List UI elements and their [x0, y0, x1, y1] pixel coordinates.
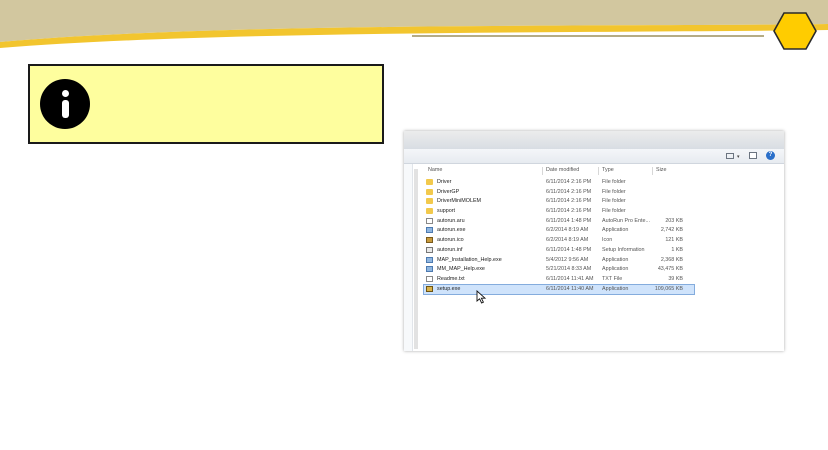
file-date-modified: 6/2/2014 8:19 AM	[546, 227, 589, 234]
column-header-size[interactable]: Size	[656, 167, 667, 173]
column-separator[interactable]	[598, 167, 599, 175]
folder-icon	[426, 179, 433, 185]
file-name: autorun.inf	[437, 246, 463, 253]
file-size: 109,065 KB	[654, 285, 683, 292]
file-date-modified: 6/11/2014 2:16 PM	[546, 188, 592, 195]
file-row[interactable]: support 6/11/2014 2:16 PM File folder	[424, 207, 694, 217]
file-name: Driver	[437, 179, 452, 185]
image-icon	[426, 237, 433, 244]
file-name: autorun.exe	[437, 227, 466, 234]
file-date-modified: 6/11/2014 2:16 PM	[546, 208, 592, 215]
file-row[interactable]: MM_MAP_Help.exe 5/21/2014 8:33 AM Applicat…	[424, 265, 694, 275]
config-icon	[426, 246, 433, 253]
file-size: 121 KB	[665, 237, 683, 244]
application-icon	[426, 266, 433, 273]
file-type: Icon	[602, 237, 613, 244]
hexagon-badge-icon	[773, 12, 817, 50]
view-options-chevron-down-icon[interactable]: ▾	[737, 154, 740, 160]
file-row[interactable]: Driver 6/11/2014 2:16 PM File folder	[424, 178, 694, 188]
file-type: File folder	[602, 179, 626, 185]
file-row[interactable]: Readme.txt 6/11/2014 11:41 AM TXT File 39 K…	[424, 275, 694, 285]
file-size: 39 KB	[668, 275, 683, 282]
info-icon-dot	[62, 90, 69, 97]
info-callout	[28, 64, 384, 144]
file-date-modified: 6/11/2014 2:16 PM	[546, 179, 592, 185]
file-type: File folder	[602, 188, 626, 195]
file-date-modified: 5/21/2014 8:33 AM	[546, 266, 592, 273]
file-type: File folder	[602, 198, 626, 205]
file-type: TXT File	[602, 275, 623, 282]
file-type: Application	[602, 256, 629, 263]
preview-pane-icon[interactable]	[749, 152, 757, 159]
file-row[interactable]: DriverMiniMOLEM 6/11/2014 2:16 PM File fol…	[424, 197, 694, 207]
file-name: DriverMiniMOLEM	[437, 198, 482, 205]
navigation-pane	[404, 164, 413, 351]
file-name: support	[437, 208, 455, 215]
file-date-modified: 6/11/2014 1:48 PM	[546, 246, 592, 253]
file-type: Application	[602, 227, 629, 234]
setup-icon	[426, 285, 433, 292]
file-row[interactable]: autorun.ico 6/2/2014 8:19 AM Icon 121 KB	[424, 236, 694, 246]
file-row[interactable]: autorun.aru 6/11/2014 1:48 PM AutoRun Pro …	[424, 217, 694, 227]
file-size: 1 KB	[671, 246, 683, 253]
file-name: MAP_Installation_Help.exe	[437, 256, 502, 263]
file-row[interactable]: DriverGP 6/11/2014 2:16 PM File folder	[424, 188, 694, 198]
column-separator[interactable]	[542, 167, 543, 175]
column-header-name[interactable]: Name	[428, 167, 442, 173]
file-date-modified: 6/11/2014 11:40 AM	[546, 285, 594, 292]
file-size: 2,742 KB	[660, 227, 683, 234]
file-row[interactable]: MAP_Installation_Help.exe 5/4/2012 9:56 A…	[424, 256, 694, 266]
file-icon	[426, 275, 433, 282]
file-type: Application	[602, 266, 629, 273]
folder-icon	[426, 208, 433, 215]
column-header-date-modified[interactable]: Date modified	[546, 167, 579, 173]
file-name: autorun.aru	[437, 217, 465, 224]
file-size: 43,475 KB	[657, 266, 683, 273]
header-band	[0, 0, 828, 48]
file-date-modified: 5/4/2012 9:56 AM	[546, 256, 589, 263]
file-name: setup.exe	[437, 285, 461, 292]
explorer-address-bar	[404, 131, 784, 150]
help-icon[interactable]: ?	[766, 151, 775, 160]
file-row[interactable]: autorun.exe 6/2/2014 8:19 AM Application 2,…	[424, 226, 694, 236]
file-name: Readme.txt	[437, 275, 465, 282]
info-icon-stem	[62, 100, 69, 118]
application-icon	[426, 256, 433, 263]
file-explorer-window: ▾ ? Name Date modified Type Size Driver 6…	[404, 131, 784, 351]
column-header-row: Name Date modified Type Size	[428, 167, 688, 175]
mouse-cursor-icon	[476, 290, 487, 304]
nav-pane-scrollbar[interactable]	[414, 169, 418, 349]
column-header-type[interactable]: Type	[602, 167, 614, 173]
explorer-toolbar: ▾ ?	[404, 149, 784, 164]
file-row[interactable]: setup.exe 6/11/2014 11:40 AM Application 10…	[423, 283, 695, 296]
folder-icon	[426, 198, 433, 205]
file-type: Application	[602, 285, 629, 292]
file-name: MM_MAP_Help.exe	[437, 266, 485, 273]
application-icon	[426, 227, 433, 234]
folder-icon	[426, 188, 433, 195]
file-size: 203 KB	[665, 217, 683, 224]
file-date-modified: 6/2/2014 8:19 AM	[546, 237, 589, 244]
info-icon	[40, 79, 90, 129]
file-size: 2,368 KB	[660, 256, 683, 263]
header-rule	[412, 35, 764, 37]
file-date-modified: 6/11/2014 11:41 AM	[546, 275, 594, 282]
file-date-modified: 6/11/2014 1:48 PM	[546, 217, 592, 224]
file-name: autorun.ico	[437, 237, 464, 244]
file-date-modified: 6/11/2014 2:16 PM	[546, 198, 592, 205]
file-name: DriverGP	[437, 188, 460, 195]
file-row[interactable]: autorun.inf 6/11/2014 1:48 PM Setup Inform…	[424, 246, 694, 256]
column-separator[interactable]	[652, 167, 653, 175]
file-list: Driver 6/11/2014 2:16 PM File folder Driver…	[423, 178, 695, 296]
file-type: Setup Information	[602, 246, 645, 253]
file-type: File folder	[602, 208, 626, 215]
file-icon	[426, 217, 433, 224]
change-view-icon[interactable]	[726, 153, 734, 159]
